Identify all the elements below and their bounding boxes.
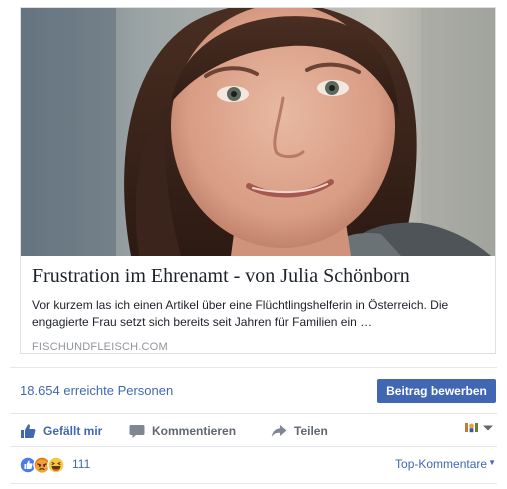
reactions-summary: 111 Top-Kommentare▼ — [19, 456, 496, 474]
post-action-bar: Gefällt mir Kommentieren Teilen — [20, 421, 496, 441]
post-as-selector-icon — [465, 423, 478, 433]
facebook-post: Frustration im Ehrenamt - von Julia Schö… — [0, 0, 507, 489]
link-preview-domain: FISCHUNDFLEISCH.COM — [32, 341, 168, 353]
comment-sort-label: Top-Kommentare — [395, 457, 488, 471]
share-arrow-icon — [271, 425, 287, 437]
link-preview-description: Vor kurzem las ich einen Artikel über ei… — [32, 298, 449, 329]
haha-reaction-icon — [47, 456, 65, 474]
divider — [10, 483, 497, 484]
comment-sort-dropdown[interactable]: Top-Kommentare▼ — [395, 457, 496, 471]
portrait-photo — [21, 8, 495, 256]
caret-down-icon: ▼ — [488, 458, 496, 467]
post-as-selector[interactable] — [465, 422, 494, 434]
link-preview-image[interactable] — [21, 8, 495, 256]
like-label: Gefällt mir — [43, 424, 103, 438]
comment-label: Kommentieren — [152, 424, 237, 438]
comment-icon — [129, 425, 145, 438]
post-insights-row: 18.654 erreichte Personen Beitrag bewerb… — [20, 379, 496, 404]
share-button[interactable]: Teilen — [271, 421, 328, 441]
share-label: Teilen — [294, 424, 328, 438]
comment-button[interactable]: Kommentieren — [129, 421, 236, 441]
divider — [10, 367, 497, 368]
reaction-icons[interactable] — [19, 456, 70, 474]
chevron-down-icon — [483, 425, 493, 431]
thumbs-up-icon — [21, 424, 36, 438]
link-preview-text[interactable]: Frustration im Ehrenamt - von Julia Schö… — [32, 264, 485, 353]
like-button[interactable]: Gefällt mir — [20, 421, 102, 441]
link-preview-title[interactable]: Frustration im Ehrenamt - von Julia Schö… — [32, 264, 485, 288]
reach-count-link[interactable]: 18.654 erreichte Personen — [20, 383, 173, 398]
link-preview-card[interactable]: Frustration im Ehrenamt - von Julia Schö… — [20, 7, 496, 354]
divider — [10, 446, 497, 447]
divider — [10, 413, 497, 414]
reaction-count[interactable]: 111 — [72, 457, 90, 471]
reaction-icon-stack — [19, 456, 65, 474]
boost-post-button[interactable]: Beitrag bewerben — [377, 379, 496, 403]
